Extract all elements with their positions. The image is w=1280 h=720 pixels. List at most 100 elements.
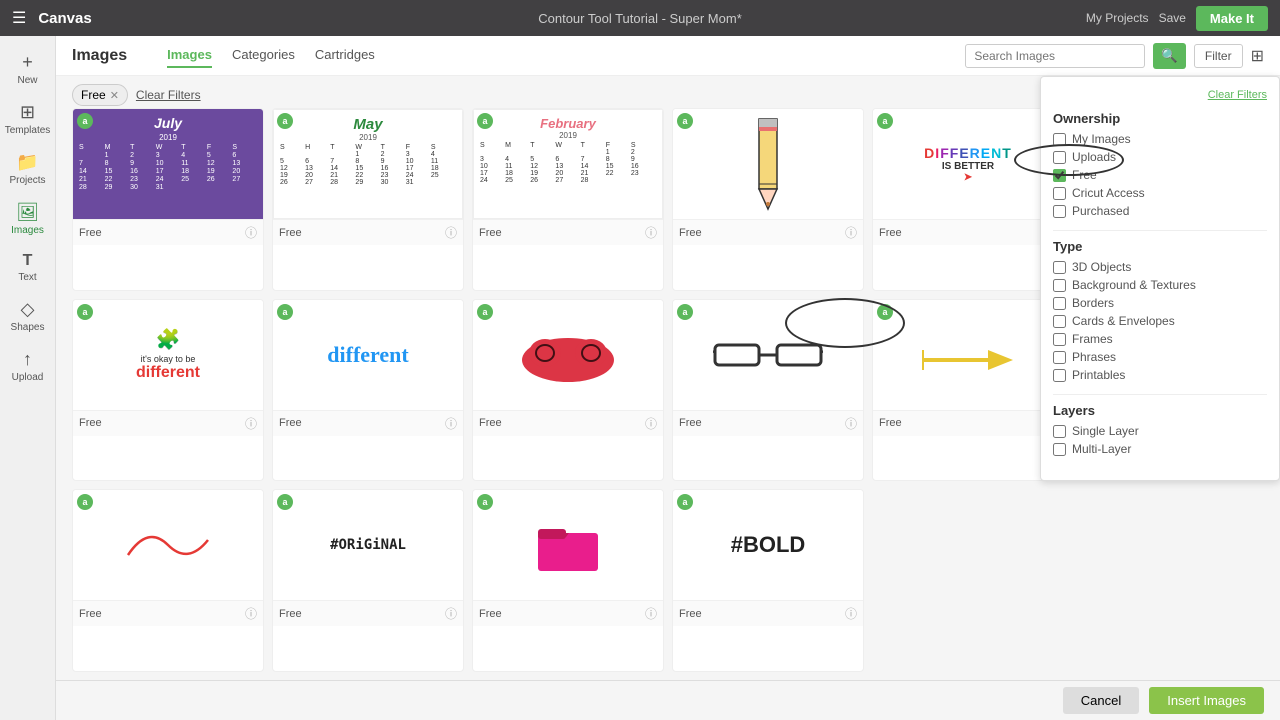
insert-button[interactable]: Insert Images — [1149, 687, 1264, 714]
filter-cards[interactable]: Cards & Envelopes — [1053, 314, 1267, 328]
filter-multi-layer[interactable]: Multi-Layer — [1053, 442, 1267, 456]
image-price: Free — [79, 227, 102, 239]
image-card-mask[interactable]: a Free ⓘ — [472, 299, 664, 482]
image-card-may[interactable]: a May 2019 SHTWTFS 1234 567891011 121314… — [272, 108, 464, 291]
cricut-badge: a — [277, 304, 293, 320]
image-card-img: February 2019 SMTWTFS 12 3456789 1011121… — [473, 109, 663, 219]
filter-single-layer-checkbox[interactable] — [1053, 425, 1066, 438]
filter-borders-checkbox[interactable] — [1053, 297, 1066, 310]
image-card-february[interactable]: a February 2019 SMTWTFS 12 3456789 10111… — [472, 108, 664, 291]
info-icon[interactable]: ⓘ — [845, 605, 857, 622]
tab-images[interactable]: Images — [167, 43, 212, 68]
filter-printables[interactable]: Printables — [1053, 368, 1267, 382]
image-card-img — [473, 300, 663, 410]
image-card-pencil[interactable]: a Free ⓘ — [672, 108, 864, 291]
image-card-july[interactable]: a July 2019 SMTWTFS 123456 78910111213 1… — [72, 108, 264, 291]
text-icon: T — [23, 252, 33, 270]
filter-cards-checkbox[interactable] — [1053, 315, 1066, 328]
filter-borders[interactable]: Borders — [1053, 296, 1267, 310]
info-icon[interactable]: ⓘ — [445, 415, 457, 432]
sidebar-item-upload[interactable]: ↑ Upload — [0, 341, 55, 387]
feb-year: 2019 — [559, 131, 577, 140]
sidebar-item-label: Shapes — [11, 322, 45, 333]
filter-cricut-access-checkbox[interactable] — [1053, 187, 1066, 200]
info-icon[interactable]: ⓘ — [445, 224, 457, 241]
image-card-different-blue[interactable]: a different Free ⓘ — [272, 299, 464, 482]
pencil-svg — [749, 114, 787, 214]
make-it-button[interactable]: Make It — [1196, 6, 1268, 31]
filter-phrases-checkbox[interactable] — [1053, 351, 1066, 364]
tab-cartridges[interactable]: Cartridges — [315, 43, 375, 68]
filter-printables-checkbox[interactable] — [1053, 369, 1066, 382]
tab-bar: Images Images Categories Cartridges 🔍 Fi… — [56, 36, 1280, 76]
filter-background[interactable]: Background & Textures — [1053, 278, 1267, 292]
filter-free-checkbox[interactable] — [1053, 169, 1066, 182]
info-icon[interactable]: ⓘ — [645, 224, 657, 241]
menu-icon[interactable]: ☰ — [12, 8, 26, 28]
filter-layers-section: Layers Single Layer Multi-Layer — [1053, 403, 1267, 456]
feb-title: February — [540, 116, 596, 131]
image-price: Free — [679, 417, 702, 429]
filter-uploads-checkbox[interactable] — [1053, 151, 1066, 164]
image-price: Free — [679, 608, 702, 620]
filter-3d-objects-checkbox[interactable] — [1053, 261, 1066, 274]
filter-button[interactable]: Filter — [1194, 44, 1243, 68]
info-icon[interactable]: ⓘ — [245, 224, 257, 241]
image-price: Free — [279, 227, 302, 239]
image-price: Free — [679, 227, 702, 239]
sidebar-item-images[interactable]: 🖼 Images — [0, 194, 55, 240]
image-price: Free — [479, 608, 502, 620]
cancel-button[interactable]: Cancel — [1063, 687, 1139, 714]
my-projects-link[interactable]: My Projects — [1086, 11, 1149, 25]
info-icon[interactable]: ⓘ — [445, 605, 457, 622]
filter-phrases[interactable]: Phrases — [1053, 350, 1267, 364]
search-button[interactable]: 🔍 — [1153, 43, 1186, 69]
search-input[interactable] — [965, 44, 1145, 68]
info-icon[interactable]: ⓘ — [245, 605, 257, 622]
tab-categories[interactable]: Categories — [232, 43, 295, 68]
sidebar-item-text[interactable]: T Text — [0, 244, 55, 287]
image-card-bold[interactable]: a #BOLD Free ⓘ — [672, 489, 864, 672]
image-card-footer: Free ⓘ — [473, 600, 663, 626]
info-icon[interactable]: ⓘ — [845, 224, 857, 241]
sidebar-item-templates[interactable]: ⊞ Templates — [0, 94, 55, 140]
filter-frames[interactable]: Frames — [1053, 332, 1267, 346]
info-icon[interactable]: ⓘ — [845, 415, 857, 432]
image-card-swirl[interactable]: a Free ⓘ — [72, 489, 264, 672]
filter-purchased-checkbox[interactable] — [1053, 205, 1066, 218]
filter-background-checkbox[interactable] — [1053, 279, 1066, 292]
filter-cricut-access[interactable]: Cricut Access — [1053, 186, 1267, 200]
save-button[interactable]: Save — [1159, 11, 1186, 25]
sidebar-item-shapes[interactable]: ◇ Shapes — [0, 291, 55, 337]
filter-ownership-section: Ownership My Images Uploads Free Cricut … — [1053, 111, 1267, 218]
filter-single-layer[interactable]: Single Layer — [1053, 424, 1267, 438]
filter-3d-objects[interactable]: 3D Objects — [1053, 260, 1267, 274]
filter-divider-2 — [1053, 394, 1267, 395]
sidebar-item-projects[interactable]: 📁 Projects — [0, 144, 55, 190]
filter-divider — [1053, 230, 1267, 231]
image-card-original[interactable]: a #ORiGiNAL Free ⓘ — [272, 489, 464, 672]
sidebar-item-new[interactable]: + New — [0, 44, 55, 90]
filter-multi-layer-checkbox[interactable] — [1053, 443, 1066, 456]
image-card-okay[interactable]: a 🧩 it's okay to be different Free ⓘ — [72, 299, 264, 482]
projects-icon: 📁 — [16, 152, 38, 173]
image-card-pink-folder[interactable]: a Free ⓘ — [472, 489, 664, 672]
image-card-glasses[interactable]: a Free ⓘ — [672, 299, 864, 482]
image-card-img: May 2019 SHTWTFS 1234 567891011 12131415… — [273, 109, 463, 219]
filter-my-images-checkbox[interactable] — [1053, 133, 1066, 146]
image-card-arrow[interactable]: a Free ⓘ — [872, 299, 1064, 482]
grid-view-button[interactable]: ⊞ — [1251, 46, 1264, 66]
image-price: Free — [479, 417, 502, 429]
filter-purchased[interactable]: Purchased — [1053, 204, 1267, 218]
filter-panel-clear[interactable]: Clear Filters — [1208, 89, 1267, 101]
image-card-footer: Free ⓘ — [873, 219, 1063, 245]
filter-uploads[interactable]: Uploads — [1053, 150, 1267, 164]
info-icon[interactable]: ⓘ — [245, 415, 257, 432]
image-card-different[interactable]: a DIFFERENT IS BETTER ➤ Free ⓘ — [872, 108, 1064, 291]
filter-frames-checkbox[interactable] — [1053, 333, 1066, 346]
cricut-badge: a — [477, 304, 493, 320]
info-icon[interactable]: ⓘ — [645, 415, 657, 432]
filter-free[interactable]: Free — [1053, 168, 1267, 182]
info-icon[interactable]: ⓘ — [645, 605, 657, 622]
filter-my-images[interactable]: My Images — [1053, 132, 1267, 146]
